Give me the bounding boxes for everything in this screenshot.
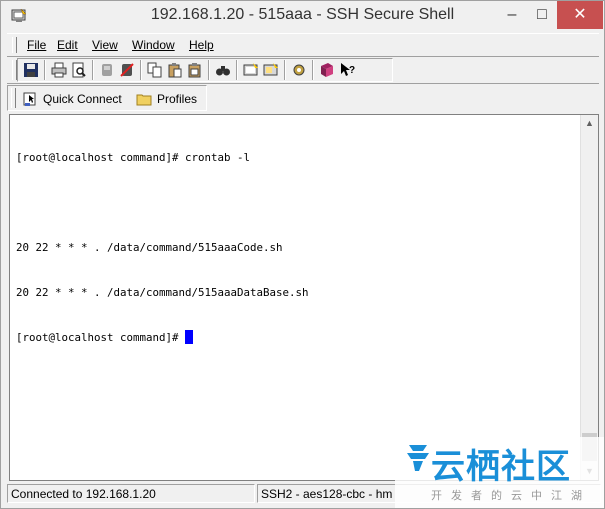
disconnect-icon bbox=[102, 64, 112, 76]
menu-help[interactable]: Help bbox=[189, 38, 214, 52]
print-button[interactable] bbox=[49, 60, 69, 80]
context-help-button[interactable]: ? bbox=[337, 60, 357, 80]
paste-alt-button[interactable] bbox=[185, 60, 205, 80]
terminal-scrollbar[interactable]: ▲ ▼ bbox=[580, 115, 598, 480]
toolbar-separator bbox=[312, 60, 314, 80]
menu-view[interactable]: View bbox=[92, 38, 118, 52]
quick-connect-icon bbox=[23, 92, 36, 106]
toolbar-separator bbox=[44, 60, 46, 80]
toolbar-separator bbox=[236, 60, 238, 80]
watermark-title: 云栖社区 bbox=[431, 447, 571, 487]
close-button[interactable]: ✕ bbox=[557, 1, 603, 29]
terminal-prompt: [root@localhost command]# bbox=[16, 331, 186, 344]
cloud-logo-icon bbox=[407, 445, 429, 471]
paste-alt-icon bbox=[188, 63, 201, 78]
save-icon bbox=[24, 63, 38, 77]
settings-icon bbox=[293, 64, 305, 76]
settings-button[interactable] bbox=[289, 60, 309, 80]
menu-file[interactable]: File bbox=[27, 38, 46, 52]
menu-window[interactable]: Window bbox=[132, 38, 175, 52]
menu-edit-label: Edit bbox=[57, 38, 78, 52]
menu-file-label: File bbox=[27, 38, 47, 52]
scroll-up-arrow[interactable]: ▲ bbox=[581, 115, 598, 132]
main-toolbar: ? bbox=[7, 57, 599, 84]
connect-button[interactable] bbox=[117, 60, 137, 80]
quick-connect-button[interactable]: Quick Connect bbox=[22, 89, 122, 109]
terminal-line: 20 22 * * * . /data/command/515aaaDataBa… bbox=[16, 286, 309, 299]
menu-edit[interactable]: Edit bbox=[57, 38, 78, 52]
menu-grip[interactable] bbox=[12, 37, 17, 53]
context-help-icon: ? bbox=[341, 63, 355, 76]
terminal-area[interactable]: [root@localhost command]# crontab -l 20 … bbox=[9, 114, 599, 481]
disconnect-button[interactable] bbox=[97, 60, 117, 80]
minimize-button[interactable]: – bbox=[497, 1, 527, 29]
profiles-label: Profiles bbox=[157, 92, 198, 106]
help-book-icon bbox=[321, 63, 333, 77]
print-preview-icon bbox=[72, 62, 86, 78]
menu-window-label: Window bbox=[132, 38, 175, 52]
paste-icon bbox=[168, 63, 182, 78]
new-file-transfer-button[interactable] bbox=[261, 60, 281, 80]
quick-connect-label: Quick Connect bbox=[43, 92, 122, 106]
menu-view-label: View bbox=[92, 38, 118, 52]
terminal-cursor bbox=[185, 330, 194, 344]
watermark-subtitle: 开发者的云中江湖 bbox=[431, 489, 591, 502]
quick-connect-bar: Quick Connect Profiles bbox=[7, 85, 207, 111]
maximize-button[interactable]: □ bbox=[527, 1, 557, 29]
help-book-button[interactable] bbox=[317, 60, 337, 80]
new-terminal-icon bbox=[243, 63, 258, 76]
new-file-transfer-icon bbox=[263, 63, 278, 76]
save-button[interactable] bbox=[21, 60, 41, 80]
connect-icon bbox=[120, 63, 134, 77]
status-connection: Connected to 192.168.1.20 bbox=[7, 484, 255, 503]
print-preview-button[interactable] bbox=[69, 60, 89, 80]
quick-connect-grip[interactable] bbox=[11, 88, 16, 108]
menu-bar: File Edit View Window Help bbox=[7, 33, 599, 57]
terminal-output: [root@localhost command]# crontab -l 20 … bbox=[16, 120, 576, 375]
toolbar-separator bbox=[284, 60, 286, 80]
new-terminal-button[interactable] bbox=[241, 60, 261, 80]
copy-icon bbox=[147, 62, 162, 78]
print-icon bbox=[51, 62, 67, 78]
title-bar[interactable]: 192.168.1.20 - 515aaa - SSH Secure Shell… bbox=[1, 1, 604, 32]
profiles-button[interactable]: Profiles bbox=[136, 89, 197, 109]
svg-text:?: ? bbox=[349, 65, 355, 76]
copy-button[interactable] bbox=[145, 60, 165, 80]
ssh-client-window: 192.168.1.20 - 515aaa - SSH Secure Shell… bbox=[0, 0, 605, 509]
terminal-prompt-line: [root@localhost command]# bbox=[16, 330, 576, 345]
find-icon bbox=[216, 66, 230, 76]
toolbar-separator bbox=[140, 60, 142, 80]
paste-button[interactable] bbox=[165, 60, 185, 80]
terminal-line: 20 22 * * * . /data/command/515aaaCode.s… bbox=[16, 241, 283, 254]
folder-icon bbox=[136, 94, 152, 106]
terminal-line: [root@localhost command]# crontab -l bbox=[16, 151, 251, 164]
watermark: 云栖社区 开发者的云中江湖 bbox=[395, 437, 604, 508]
find-button[interactable] bbox=[213, 60, 233, 80]
toolbar-separator bbox=[208, 60, 210, 80]
toolbar-separator bbox=[92, 60, 94, 80]
menu-help-label: Help bbox=[189, 38, 214, 52]
